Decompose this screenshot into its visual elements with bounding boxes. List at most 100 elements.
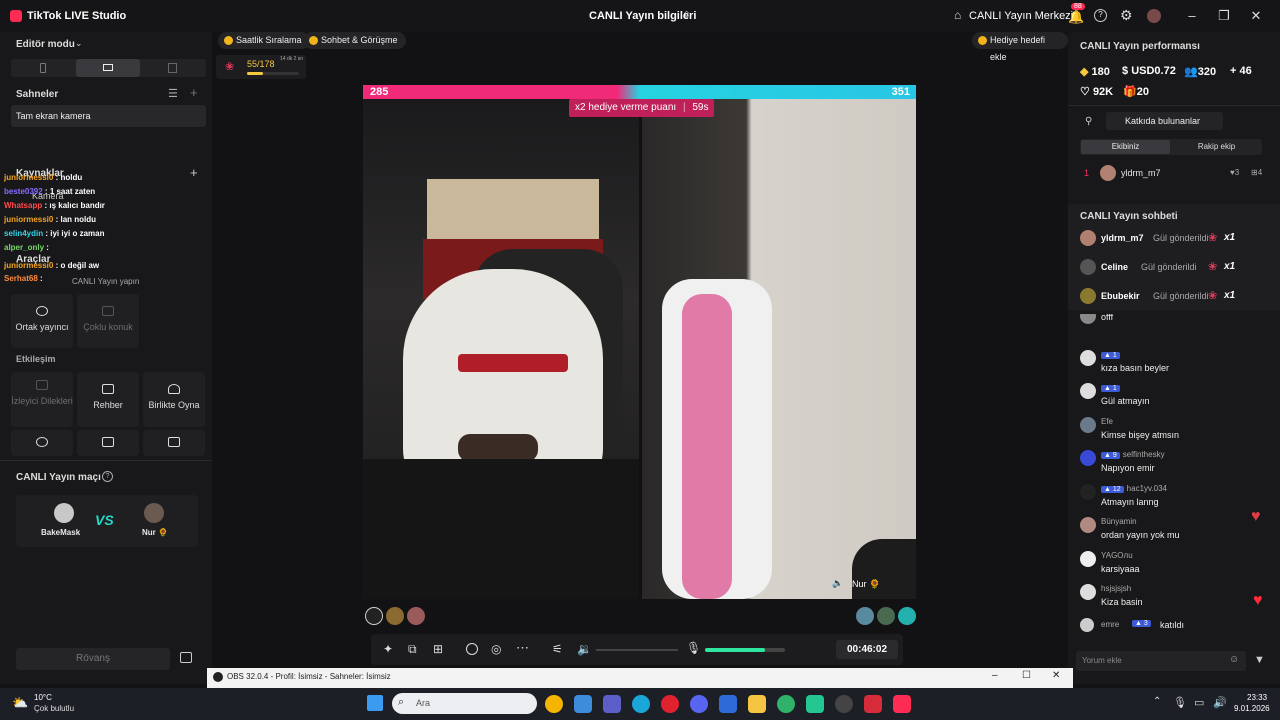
search-box[interactable]: ⌕ Ara (392, 693, 537, 714)
supporter-avatar[interactable] (856, 607, 874, 625)
chat-meet-pill[interactable]: Sohbet & Görüşme (303, 32, 406, 49)
rematch-button[interactable]: Rövanş (16, 648, 170, 670)
gift-row[interactable]: Ebubekir Gül gönderildi ❀ x1 (1080, 288, 1270, 306)
obs-maximize-icon[interactable]: ☐ (1022, 670, 1031, 681)
supporter-avatar[interactable] (898, 607, 916, 625)
guide-tile[interactable]: Rehber (77, 372, 139, 427)
mic-level-track[interactable] (705, 648, 785, 652)
tool-tile-a[interactable] (11, 430, 73, 456)
new-followers-icon: + (1230, 65, 1237, 77)
filter-icon[interactable]: ▼ (1254, 654, 1265, 666)
home-icon[interactable]: ⌂ (954, 8, 961, 22)
speaker-volume-slider[interactable] (596, 649, 678, 651)
multi-guest-tile[interactable]: Çoklu konuk (77, 294, 139, 348)
add-source-icon[interactable]: + (190, 165, 198, 180)
microphone-icon[interactable]: 🎙 (686, 641, 701, 655)
live-info-title[interactable]: CANLI Yayın bilgileri (589, 10, 696, 22)
discord-icon[interactable] (690, 695, 708, 713)
store-icon[interactable] (574, 695, 592, 713)
opera-icon[interactable] (661, 695, 679, 713)
play-together-tile[interactable]: Birlikte Oyna (143, 372, 205, 427)
hourly-ranking-label: Saatlik Sıralama (236, 35, 302, 45)
more-icon[interactable]: ⋯ (516, 640, 529, 656)
add-media-icon[interactable]: ⊞ (433, 642, 443, 656)
emoji-icon[interactable]: ☺ (1229, 654, 1239, 665)
gift-row[interactable]: Celine Gül gönderildi ❀ x1 (1080, 259, 1270, 277)
shirt (363, 459, 639, 599)
tray-display-icon[interactable]: ▭ (1194, 696, 1204, 709)
match-card[interactable]: BakeMask VS Nur 🌻 (16, 495, 198, 547)
chat-message[interactable]: ▲ 9 selfinthesky Napıyon emir (1080, 448, 1270, 478)
tray-mic-icon[interactable]: 🎙 (1173, 696, 1187, 709)
chat-message[interactable]: Efe Kimse bişey atmsın (1080, 415, 1270, 445)
exit-icon[interactable] (180, 652, 192, 663)
tray-volume-icon[interactable]: 🔊 (1213, 696, 1227, 709)
chat-message[interactable]: hsjsjsjsh Kiza basin (1080, 582, 1270, 612)
live-center-link[interactable]: CANLI Yayın Merkezi (969, 10, 1073, 22)
list-icon[interactable]: ☰ (168, 87, 178, 100)
mail-icon[interactable] (719, 695, 737, 713)
supporter-avatar[interactable] (407, 607, 425, 625)
comment-input[interactable]: Yorum ekle ☺ (1076, 651, 1246, 671)
portrait-icon[interactable] (40, 63, 46, 73)
editor-mode-dropdown[interactable]: Editör modu (16, 39, 75, 50)
chat-message[interactable]: ▲ 1 Gül atmayın (1080, 381, 1270, 411)
chrome-icon[interactable] (545, 695, 563, 713)
viewer-wishes-tile[interactable]: İzleyici Dilekleri (11, 372, 73, 427)
youtube-icon[interactable] (864, 695, 882, 713)
record-icon[interactable] (466, 643, 478, 655)
chat-message[interactable]: Bünyamin ordan yayın yok mu (1080, 515, 1270, 545)
landscape-option[interactable] (76, 59, 140, 77)
gift-goal-pill[interactable]: Hediye hedefi ekle (972, 32, 1068, 62)
hourly-ranking-pill[interactable]: Saatlik Sıralama (218, 32, 310, 49)
chat-message[interactable]: ▲ 12 hac1yv.034 Atmayın lanng (1080, 482, 1270, 512)
tool-tile-c[interactable] (143, 430, 205, 456)
supporter-avatar[interactable] (877, 607, 895, 625)
chat-message[interactable]: ▲ 1 kıza basın beyler (1080, 348, 1270, 378)
obs-minimize-icon[interactable]: – (992, 670, 998, 681)
edge-icon[interactable] (632, 695, 650, 713)
tiktok-taskbar-icon[interactable] (893, 695, 911, 713)
volume-icon[interactable]: 🔈 (832, 578, 843, 589)
supporter-avatar[interactable] (365, 607, 383, 625)
obs-taskbar-icon[interactable] (835, 695, 853, 713)
avatar[interactable] (1147, 9, 1161, 23)
co-host-tile[interactable]: Ortak yayıncı (11, 294, 73, 348)
supporter-avatar[interactable] (386, 607, 404, 625)
bell-icon[interactable]: 🔔 (1068, 9, 1084, 25)
tab-your-team[interactable]: Ekibiniz (1081, 140, 1170, 154)
close-icon[interactable]: ✕ (1242, 5, 1270, 27)
gift-goal-widget[interactable]: ❀ 55/178 14 dk 2 sn (216, 55, 306, 79)
obs-window-bar[interactable]: OBS 32.0.4 - Profil: İsimsiz - Sahneler:… (207, 668, 1073, 688)
browser-icon[interactable] (777, 695, 795, 713)
magic-wand-icon[interactable]: ✦ (383, 642, 393, 656)
minimize-icon[interactable]: – (1178, 5, 1206, 27)
chat-message[interactable]: YAGOлu karsiyaaa (1080, 549, 1270, 579)
start-icon[interactable] (367, 695, 383, 711)
app-icon[interactable] (806, 695, 824, 713)
screen-share-icon[interactable]: ⧉ (408, 642, 417, 657)
gift-row[interactable]: yldrm_m7 Gül gönderildi ❀ x1 (1080, 230, 1270, 248)
obs-close-icon[interactable]: ✕ (1052, 670, 1060, 681)
effects-icon[interactable]: ◎ (491, 642, 501, 656)
contributors-button[interactable]: Katkıda bulunanlar (1106, 112, 1223, 130)
gear-icon[interactable]: ⚙ (1120, 7, 1133, 24)
chat-message[interactable]: offf (1080, 314, 1270, 344)
teams-icon[interactable] (603, 695, 621, 713)
tab-rival-team[interactable]: Rakip ekip (1172, 140, 1261, 154)
info-icon[interactable]: ? (102, 471, 113, 482)
tray-arrow-icon[interactable]: ⌃ (1153, 696, 1161, 707)
add-scene-icon[interactable]: + (190, 85, 198, 100)
explorer-icon[interactable] (748, 695, 766, 713)
share-icon[interactable]: ⇪ (682, 9, 691, 22)
tool-tile-b[interactable] (77, 430, 139, 456)
speaker-icon[interactable]: 🔉 (577, 642, 592, 656)
live-video[interactable]: Nur 🌻 🔈 x2 hediye verme puanı | 59s (363, 99, 916, 599)
multi-layout-icon[interactable] (168, 63, 177, 73)
restore-icon[interactable]: ❐ (1210, 5, 1238, 27)
user-settings-icon[interactable]: ⚲ (1085, 116, 1092, 127)
scene-item[interactable]: Tam ekran kamera (11, 105, 206, 127)
settings-sliders-icon[interactable]: ⚟ (552, 642, 563, 656)
weather-icon[interactable]: ⛅ (12, 695, 28, 711)
help-icon[interactable]: ? (1094, 9, 1107, 22)
